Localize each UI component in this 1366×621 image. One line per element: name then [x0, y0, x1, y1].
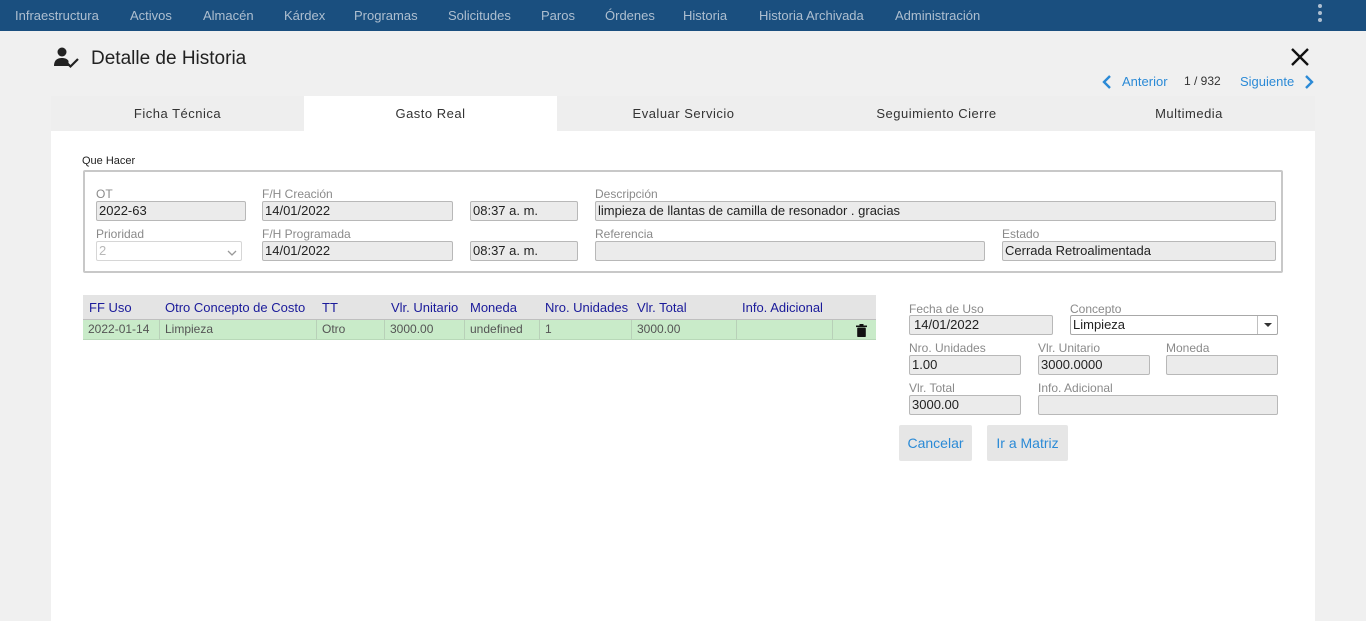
cost-table: FF Uso Otro Concepto de Costo TT Vlr. Un…	[83, 295, 876, 340]
record-counter: 1 / 932	[1184, 74, 1221, 88]
nav-historia[interactable]: Historia	[683, 0, 727, 31]
table-header: FF Uso Otro Concepto de Costo TT Vlr. Un…	[83, 295, 876, 320]
chevron-right-icon[interactable]	[1303, 75, 1315, 89]
col-vlr-total[interactable]: Vlr. Total	[637, 300, 687, 315]
col-nro-unidades[interactable]: Nro. Unidades	[545, 300, 628, 315]
tab-seguimiento-cierre[interactable]: Seguimiento Cierre	[810, 96, 1063, 131]
dropdown-arrow-icon[interactable]	[1257, 316, 1277, 334]
descripcion-field[interactable]: limpieza de llantas de camilla de resona…	[595, 201, 1276, 221]
nav-administracion[interactable]: Administración	[895, 0, 980, 31]
chevron-down-icon	[227, 245, 237, 256]
cell-vlr-total: 3000.00	[632, 320, 737, 339]
referencia-label: Referencia	[595, 227, 654, 241]
col-otro-concepto[interactable]: Otro Concepto de Costo	[165, 300, 305, 315]
previous-link[interactable]: Anterior	[1122, 74, 1168, 89]
col-tt[interactable]: TT	[322, 300, 338, 315]
prioridad-label: Prioridad	[96, 227, 145, 241]
vlr-unitario-label: Vlr. Unitario	[1038, 341, 1101, 355]
ot-label: OT	[96, 187, 113, 201]
col-ff-uso[interactable]: FF Uso	[89, 300, 132, 315]
ot-field[interactable]: 2022-63	[96, 201, 246, 221]
col-info-adicional[interactable]: Info. Adicional	[742, 300, 823, 315]
user-check-icon	[54, 46, 80, 70]
concepto-select[interactable]: Limpieza	[1070, 315, 1278, 335]
info-adicional-label: Info. Adicional	[1038, 381, 1113, 395]
nav-programas[interactable]: Programas	[354, 0, 418, 31]
tab-evaluar-servicio[interactable]: Evaluar Servicio	[557, 96, 810, 131]
col-vlr-unitario[interactable]: Vlr. Unitario	[391, 300, 458, 315]
tab-multimedia[interactable]: Multimedia	[1063, 96, 1315, 131]
fecha-uso-label: Fecha de Uso	[909, 302, 984, 316]
programada-label: F/H Programada	[262, 227, 351, 241]
nav-solicitudes[interactable]: Solicitudes	[448, 0, 511, 31]
vlr-total-label: Vlr. Total	[909, 381, 955, 395]
creacion-label: F/H Creación	[262, 187, 333, 201]
nav-infraestructura[interactable]: Infraestructura	[15, 0, 99, 31]
creacion-date-field[interactable]: 14/01/2022	[262, 201, 453, 221]
nav-kardex[interactable]: Kárdex	[284, 0, 325, 31]
top-navigation-bar: Infraestructura Activos Almacén Kárdex P…	[0, 0, 1366, 31]
more-vertical-icon[interactable]	[1314, 4, 1326, 26]
nav-activos[interactable]: Activos	[130, 0, 172, 31]
cell-tt: Otro	[317, 320, 385, 339]
page-title: Detalle de Historia	[91, 48, 247, 69]
go-to-matrix-button[interactable]: Ir a Matriz	[987, 425, 1068, 461]
info-adicional-field[interactable]	[1038, 395, 1278, 415]
moneda-label: Moneda	[1166, 341, 1210, 355]
programada-date-field[interactable]: 14/01/2022	[262, 241, 453, 261]
concepto-label: Concepto	[1070, 302, 1122, 316]
estado-field[interactable]: Cerrada Retroalimentada	[1002, 241, 1276, 261]
concepto-value: Limpieza	[1073, 317, 1126, 332]
nav-historia-archivada[interactable]: Historia Archivada	[759, 0, 864, 31]
next-link[interactable]: Siguiente	[1240, 74, 1294, 89]
vlr-unitario-field[interactable]: 3000.0000	[1038, 355, 1150, 375]
descripcion-label: Descripción	[595, 187, 658, 201]
table-row[interactable]: 2022-01-14 Limpieza Otro 3000.00 undefin…	[83, 320, 876, 340]
fecha-uso-field[interactable]: 14/01/2022	[909, 315, 1053, 335]
estado-label: Estado	[1002, 227, 1040, 241]
cell-ff-uso: 2022-01-14	[83, 320, 160, 339]
cell-nro-unidades: 1	[540, 320, 632, 339]
cancel-button[interactable]: Cancelar	[899, 425, 972, 461]
tab-ficha-tecnica[interactable]: Ficha Técnica	[51, 96, 304, 131]
nav-almacen[interactable]: Almacén	[203, 0, 254, 31]
cell-info-adicional	[737, 320, 833, 339]
tab-bar: Ficha Técnica Gasto Real Evaluar Servici…	[51, 96, 1315, 131]
programada-time-field[interactable]: 08:37 a. m.	[470, 241, 578, 261]
nro-unidades-field[interactable]: 1.00	[909, 355, 1021, 375]
cell-concepto: Limpieza	[160, 320, 317, 339]
nav-ordenes[interactable]: Órdenes	[605, 0, 655, 31]
close-icon[interactable]	[1289, 46, 1311, 68]
cell-vlr-unitario: 3000.00	[385, 320, 465, 339]
trash-icon[interactable]	[856, 324, 867, 337]
creacion-time-field[interactable]: 08:37 a. m.	[470, 201, 578, 221]
section-label-que-hacer: Que Hacer	[82, 155, 136, 167]
moneda-field[interactable]	[1166, 355, 1278, 375]
vlr-total-field[interactable]: 3000.00	[909, 395, 1021, 415]
col-moneda[interactable]: Moneda	[470, 300, 517, 315]
nro-unidades-label: Nro. Unidades	[909, 341, 986, 355]
referencia-field[interactable]	[595, 241, 985, 261]
nav-paros[interactable]: Paros	[541, 0, 575, 31]
chevron-left-icon[interactable]	[1101, 75, 1113, 89]
prioridad-value: 2	[99, 243, 107, 258]
tab-gasto-real[interactable]: Gasto Real	[304, 96, 557, 131]
cell-moneda: undefined	[465, 320, 540, 339]
prioridad-select[interactable]: 2	[96, 241, 242, 261]
